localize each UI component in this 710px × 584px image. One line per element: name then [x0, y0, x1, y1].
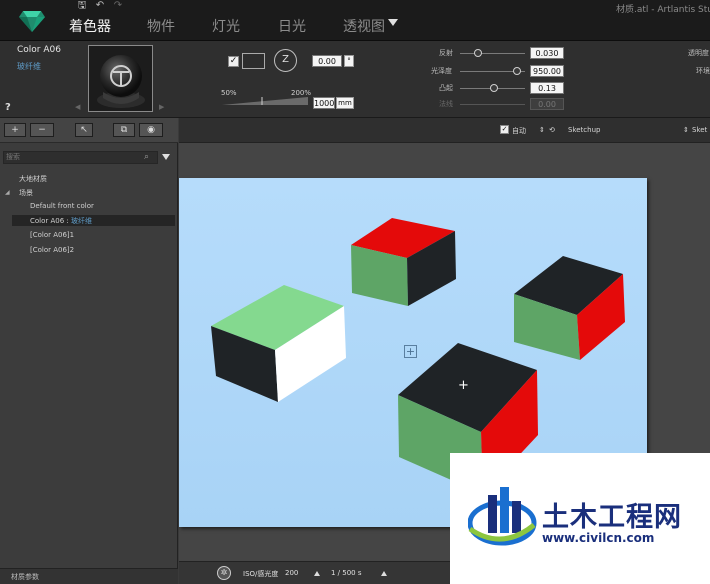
- bump-input[interactable]: 0.13: [530, 82, 564, 94]
- auto-label: 自动: [512, 127, 526, 135]
- artlantis-logo-icon: [19, 11, 45, 32]
- expand-triangle-icon[interactable]: ◢: [5, 189, 10, 196]
- normal-slider: [460, 104, 525, 105]
- iso-value[interactable]: 200: [285, 569, 298, 577]
- filter-dropdown-icon[interactable]: [162, 154, 170, 160]
- shader-enable-checkbox[interactable]: ✓: [228, 56, 239, 67]
- remove-shader-button[interactable]: −: [30, 123, 54, 137]
- viewport-header: ✓ 自动 ⇕ ⟲ Sketchup ⇕ Sket: [179, 118, 710, 143]
- scale-unit: mm: [336, 97, 354, 109]
- auto-checkbox[interactable]: ✓: [500, 125, 509, 134]
- bump-label: 凸起: [439, 84, 453, 92]
- tab-perspective[interactable]: 透视图: [343, 16, 385, 36]
- normal-label: 法线: [439, 100, 453, 108]
- watermark-title: 土木工程网: [542, 502, 682, 533]
- sketchup-sync-icon[interactable]: ⟲: [549, 126, 555, 134]
- reflection-slider[interactable]: [460, 53, 525, 54]
- duplicate-button[interactable]: ⧉: [113, 123, 135, 137]
- plugin-label[interactable]: Sketchup: [568, 126, 600, 134]
- crosshair-cursor-icon: +: [458, 378, 469, 393]
- material-name: Color A06: [17, 45, 61, 55]
- artlantis-window: 🖫 ↶ ↷ 着色器 物件 灯光 日光 透视图 材质.atl - Artlanti…: [0, 0, 710, 584]
- tree-item-label: Color A06 :: [30, 217, 69, 225]
- stopwatch-icon[interactable]: Z: [274, 49, 297, 72]
- material-subtitle: 玻纤维: [17, 62, 41, 71]
- next-material-icon[interactable]: ▶: [159, 103, 164, 111]
- undo-icon[interactable]: ↶: [92, 0, 108, 12]
- plugin-label-2[interactable]: Sket: [692, 126, 707, 134]
- environment-label: 环境: [696, 67, 710, 75]
- tabs-dropdown-icon[interactable]: [388, 19, 398, 26]
- plugin-sort-icon-2[interactable]: ⇕: [683, 126, 689, 134]
- bump-slider-knob[interactable]: [490, 84, 498, 92]
- gloss-input[interactable]: 950.00: [530, 65, 564, 77]
- shader-list-toolbar: + − ↖ ⧉ ◉: [0, 118, 178, 143]
- tree-item-default-front[interactable]: Default front color: [30, 202, 94, 210]
- civilcn-logo-icon: [468, 487, 537, 546]
- normal-input: 0.00: [530, 98, 564, 110]
- tree-item-ground[interactable]: 大地材质: [19, 174, 47, 184]
- tab-lights[interactable]: 灯光: [212, 16, 240, 36]
- plugin-sort-icon[interactable]: ⇕: [539, 126, 545, 134]
- focus-target-icon[interactable]: +: [404, 345, 417, 358]
- tree-item-color-a06-1[interactable]: [Color A06]1: [30, 231, 74, 239]
- tree-item-scene[interactable]: 场景: [19, 188, 33, 198]
- iso-label: ISO/感光度: [243, 570, 279, 578]
- angle-unit: °: [344, 55, 354, 67]
- tree-item-color-a06[interactable]: Color A06 : 玻纤维: [30, 216, 92, 226]
- watermark-url: www.civilcn.com: [542, 531, 655, 545]
- transparency-label: 透明度: [688, 49, 709, 57]
- shader-list-panel: + − ↖ ⧉ ◉ 搜索 ⌕ 大地材质 ◢ 场景 Default front c…: [0, 118, 178, 584]
- aperture-icon[interactable]: ✲: [217, 566, 231, 580]
- help-icon[interactable]: ?: [5, 102, 11, 113]
- add-shader-button[interactable]: +: [4, 123, 26, 137]
- visibility-eye-icon[interactable]: ◉: [139, 123, 163, 137]
- search-icon[interactable]: ⌕: [144, 152, 149, 162]
- gloss-slider-knob[interactable]: [513, 67, 521, 75]
- prev-material-icon[interactable]: ◀: [75, 103, 80, 111]
- tree-item-sublabel: 玻纤维: [71, 217, 93, 225]
- tab-shaders[interactable]: 着色器: [69, 16, 111, 36]
- tab-objects[interactable]: 物件: [147, 16, 175, 36]
- preview-sphere-icon: [89, 46, 152, 111]
- select-tool-button[interactable]: ↖: [75, 123, 93, 137]
- shutter-increase-icon[interactable]: [381, 571, 387, 576]
- iso-increase-icon[interactable]: [314, 571, 320, 576]
- shader-params-footer: 材质参数: [0, 568, 178, 584]
- save-icon[interactable]: 🖫: [74, 0, 90, 12]
- top-bar: 🖫 ↶ ↷ 着色器 物件 灯光 日光 透视图 材质.atl - Artlanti…: [0, 0, 710, 41]
- angle-input[interactable]: 0.00: [312, 55, 342, 67]
- scale-slider[interactable]: [222, 96, 308, 106]
- shader-search-input[interactable]: 搜索: [3, 151, 158, 164]
- reflection-slider-knob[interactable]: [474, 49, 482, 57]
- redo-icon[interactable]: ↷: [110, 0, 126, 12]
- tab-sun[interactable]: 日光: [278, 16, 306, 36]
- gloss-label: 光泽度: [431, 67, 452, 75]
- shader-params-label: 材质参数: [11, 573, 39, 581]
- reflection-input[interactable]: 0.030: [530, 47, 564, 59]
- material-inspector: Color A06 玻纤维 ? ◀ ▶ ✓ Z 0.00 ° 50% 200% …: [0, 41, 710, 118]
- material-preview[interactable]: [88, 45, 153, 112]
- tree-item-color-a06-2[interactable]: [Color A06]2: [30, 246, 74, 254]
- color-swatch[interactable]: [242, 53, 265, 69]
- reflection-label: 反射: [439, 49, 453, 57]
- site-watermark: 土木工程网 www.civilcn.com: [450, 453, 710, 584]
- shutter-speed-value[interactable]: 1 / 500 s: [331, 569, 362, 577]
- window-title: 材质.atl - Artlantis Studio: [616, 5, 710, 15]
- scale-input[interactable]: 1000: [313, 97, 335, 109]
